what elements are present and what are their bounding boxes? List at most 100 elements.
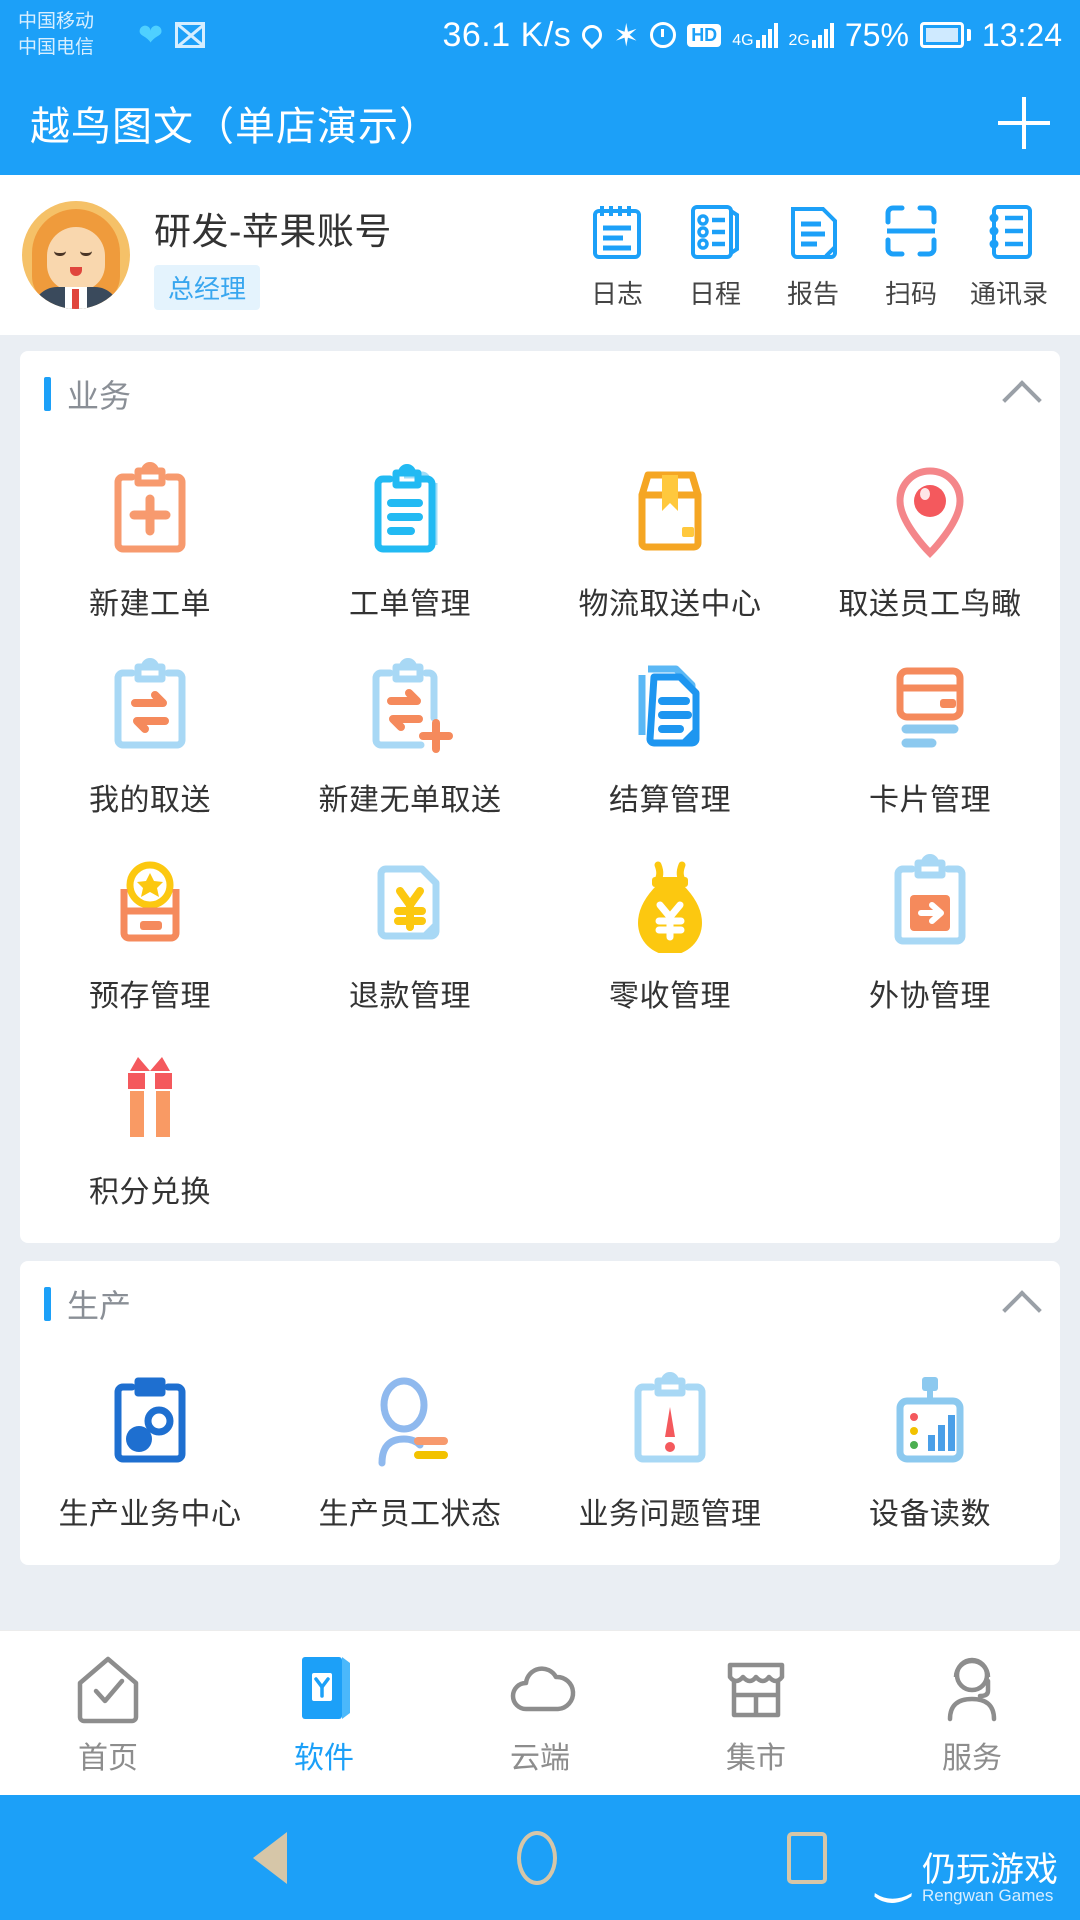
tab-home[interactable]: 首页 [0,1631,216,1795]
profile-bar: 研发-苹果账号 总经理 日志 日程 报告 扫码 通讯录 [0,175,1080,335]
grid-item-device-reading[interactable]: 设备读数 [800,1351,1060,1547]
carrier-2: 中国电信 [18,37,95,58]
production-grid: 生产业务中心 生产员工状态 业务问题管理 设备读数 [20,1347,1060,1547]
grid-item-points-exchange[interactable]: 积分兑换 [20,1029,280,1225]
grid-item-label: 零收管理 [609,980,731,1013]
grid-item-label: 生产业务中心 [58,1498,242,1531]
prepaid-card-coin-icon [24,851,276,955]
grid-item-label: 设备读数 [869,1498,991,1531]
page-title: 越鸟图文（单店演示） [30,104,440,149]
tab-label: 首页 [78,1742,138,1775]
grid-item-outsource-mgmt[interactable]: 外协管理 [800,833,1060,1029]
clipboard-exchange-plus-icon [284,655,536,759]
grid-item-new-workorder[interactable]: 新建工单 [20,441,280,637]
chevron-up-icon[interactable] [1002,1290,1042,1330]
grid-item-label: 物流取送中心 [578,588,762,621]
content-scroll[interactable]: 业务 新建工单 工单管理 物流取送中心 取送员工鸟瞰 我的取送 新建无单取送 结… [0,335,1080,1630]
carrier-labels: 中国移动 中国电信 [18,9,136,61]
tab-label: 服务 [942,1742,1002,1775]
grid-item-label: 预存管理 [89,980,211,1013]
grid-item-label: 工单管理 [349,588,471,621]
grid-item-label: 我的取送 [89,784,211,817]
quick-action-contacts[interactable]: 通讯录 [960,200,1058,311]
chevron-up-icon[interactable] [1002,380,1042,420]
headset-support-icon [934,1649,1010,1729]
phone-screen: 中国移动 中国电信 ❤ 36.1 K/s ✶ HD 4G 2G 75% 13:2… [0,0,1080,1920]
bluetooth-icon: ✶ [613,17,640,53]
home-check-icon [72,1649,144,1729]
recents-square-icon[interactable] [787,1831,827,1884]
signal-icon-sim1: 4G [732,22,778,49]
quick-action-label: 日程 [688,278,741,309]
grid-item-card-mgmt[interactable]: 卡片管理 [800,637,1060,833]
watermark: ⏝ 仍玩游戏 Rengwan Games [874,1853,1058,1906]
sim2-gen-label: 2G [788,32,810,49]
grid-item-production-center[interactable]: 生产业务中心 [20,1351,280,1547]
back-triangle-icon[interactable] [253,1831,287,1884]
tab-cloud[interactable]: 云端 [432,1631,648,1795]
home-circle-icon[interactable] [517,1830,557,1885]
status-right-group: 36.1 K/s ✶ HD 4G 2G 75% 13:24 [442,16,1062,55]
grid-item-my-pickup[interactable]: 我的取送 [20,637,280,833]
grid-item-label: 积分兑换 [89,1176,211,1209]
section-header-production[interactable]: 生产 [20,1261,1060,1347]
avatar[interactable] [22,201,130,309]
section-card-production: 生产 生产业务中心 生产员工状态 业务问题管理 设备读数 [20,1261,1060,1565]
quick-action-label: 扫码 [884,278,937,309]
grid-item-label: 新建无单取送 [318,784,502,817]
quick-action-schedule[interactable]: 日程 [666,200,764,311]
sim1-gen-label: 4G [732,32,754,49]
battery-percent-text: 75% [844,16,909,53]
delivery-box-icon [544,459,796,563]
cloud-icon [502,1649,578,1729]
grid-item-workorder-mgmt[interactable]: 工单管理 [280,441,540,637]
notepad-icon [568,200,666,262]
tab-market[interactable]: 集市 [648,1631,864,1795]
grid-item-zero-income-mgmt[interactable]: 零收管理 [540,833,800,1029]
grid-item-prepaid-mgmt[interactable]: 预存管理 [20,833,280,1029]
quick-action-label: 报告 [786,278,839,309]
hd-icon: HD [687,23,722,47]
schedule-book-icon [666,200,764,262]
grid-item-label: 卡片管理 [869,784,991,817]
status-bar: 中国移动 中国电信 ❤ 36.1 K/s ✶ HD 4G 2G 75% 13:2… [0,0,1080,70]
section-accent-bar [44,377,51,411]
tab-service[interactable]: 服务 [864,1631,1080,1795]
grid-item-new-no-order-pickup[interactable]: 新建无单取送 [280,637,540,833]
clipboard-plus-icon [24,459,276,563]
grid-item-label: 退款管理 [349,980,471,1013]
section-header-business[interactable]: 业务 [20,351,1060,437]
android-nav-bar: ⏝ 仍玩游戏 Rengwan Games [0,1795,1080,1920]
software-app-icon [288,1649,360,1729]
grid-item-label: 业务问题管理 [578,1498,762,1531]
quick-action-report[interactable]: 报告 [764,200,862,311]
settlement-doc-icon [544,655,796,759]
tab-label: 云端 [510,1742,570,1775]
carrier-1: 中国移动 [18,11,95,32]
grid-item-refund-mgmt[interactable]: 退款管理 [280,833,540,1029]
grid-item-issue-mgmt[interactable]: 业务问题管理 [540,1351,800,1547]
store-icon [718,1649,794,1729]
watermark-logo-icon: ⏝ [874,1858,918,1900]
grid-item-settlement-mgmt[interactable]: 结算管理 [540,637,800,833]
app-bar: 越鸟图文（单店演示） [0,70,1080,175]
heart-icon: ❤ [138,18,164,52]
quick-action-log[interactable]: 日志 [568,200,666,311]
grid-item-label: 生产员工状态 [318,1498,502,1531]
section-title: 生产 [67,1288,132,1324]
tab-software[interactable]: 软件 [216,1631,432,1795]
section-accent-bar [44,1287,51,1321]
signal-icon-sim2: 2G [788,22,834,49]
profile-name: 研发-苹果账号 [154,210,392,252]
add-button[interactable] [998,96,1050,149]
clipboard-gear-icon [24,1369,276,1473]
quick-action-label: 通讯录 [969,278,1048,309]
grid-item-label: 新建工单 [89,588,211,621]
watermark-subtitle: Rengwan Games [922,1886,1054,1905]
grid-item-logistics-center[interactable]: 物流取送中心 [540,441,800,637]
quick-actions: 日志 日程 报告 扫码 通讯录 [568,200,1058,311]
tab-label: 软件 [294,1742,354,1775]
grid-item-worker-status[interactable]: 生产员工状态 [280,1351,540,1547]
grid-item-courier-birdseye[interactable]: 取送员工鸟瞰 [800,441,1060,637]
quick-action-scan[interactable]: 扫码 [862,200,960,311]
